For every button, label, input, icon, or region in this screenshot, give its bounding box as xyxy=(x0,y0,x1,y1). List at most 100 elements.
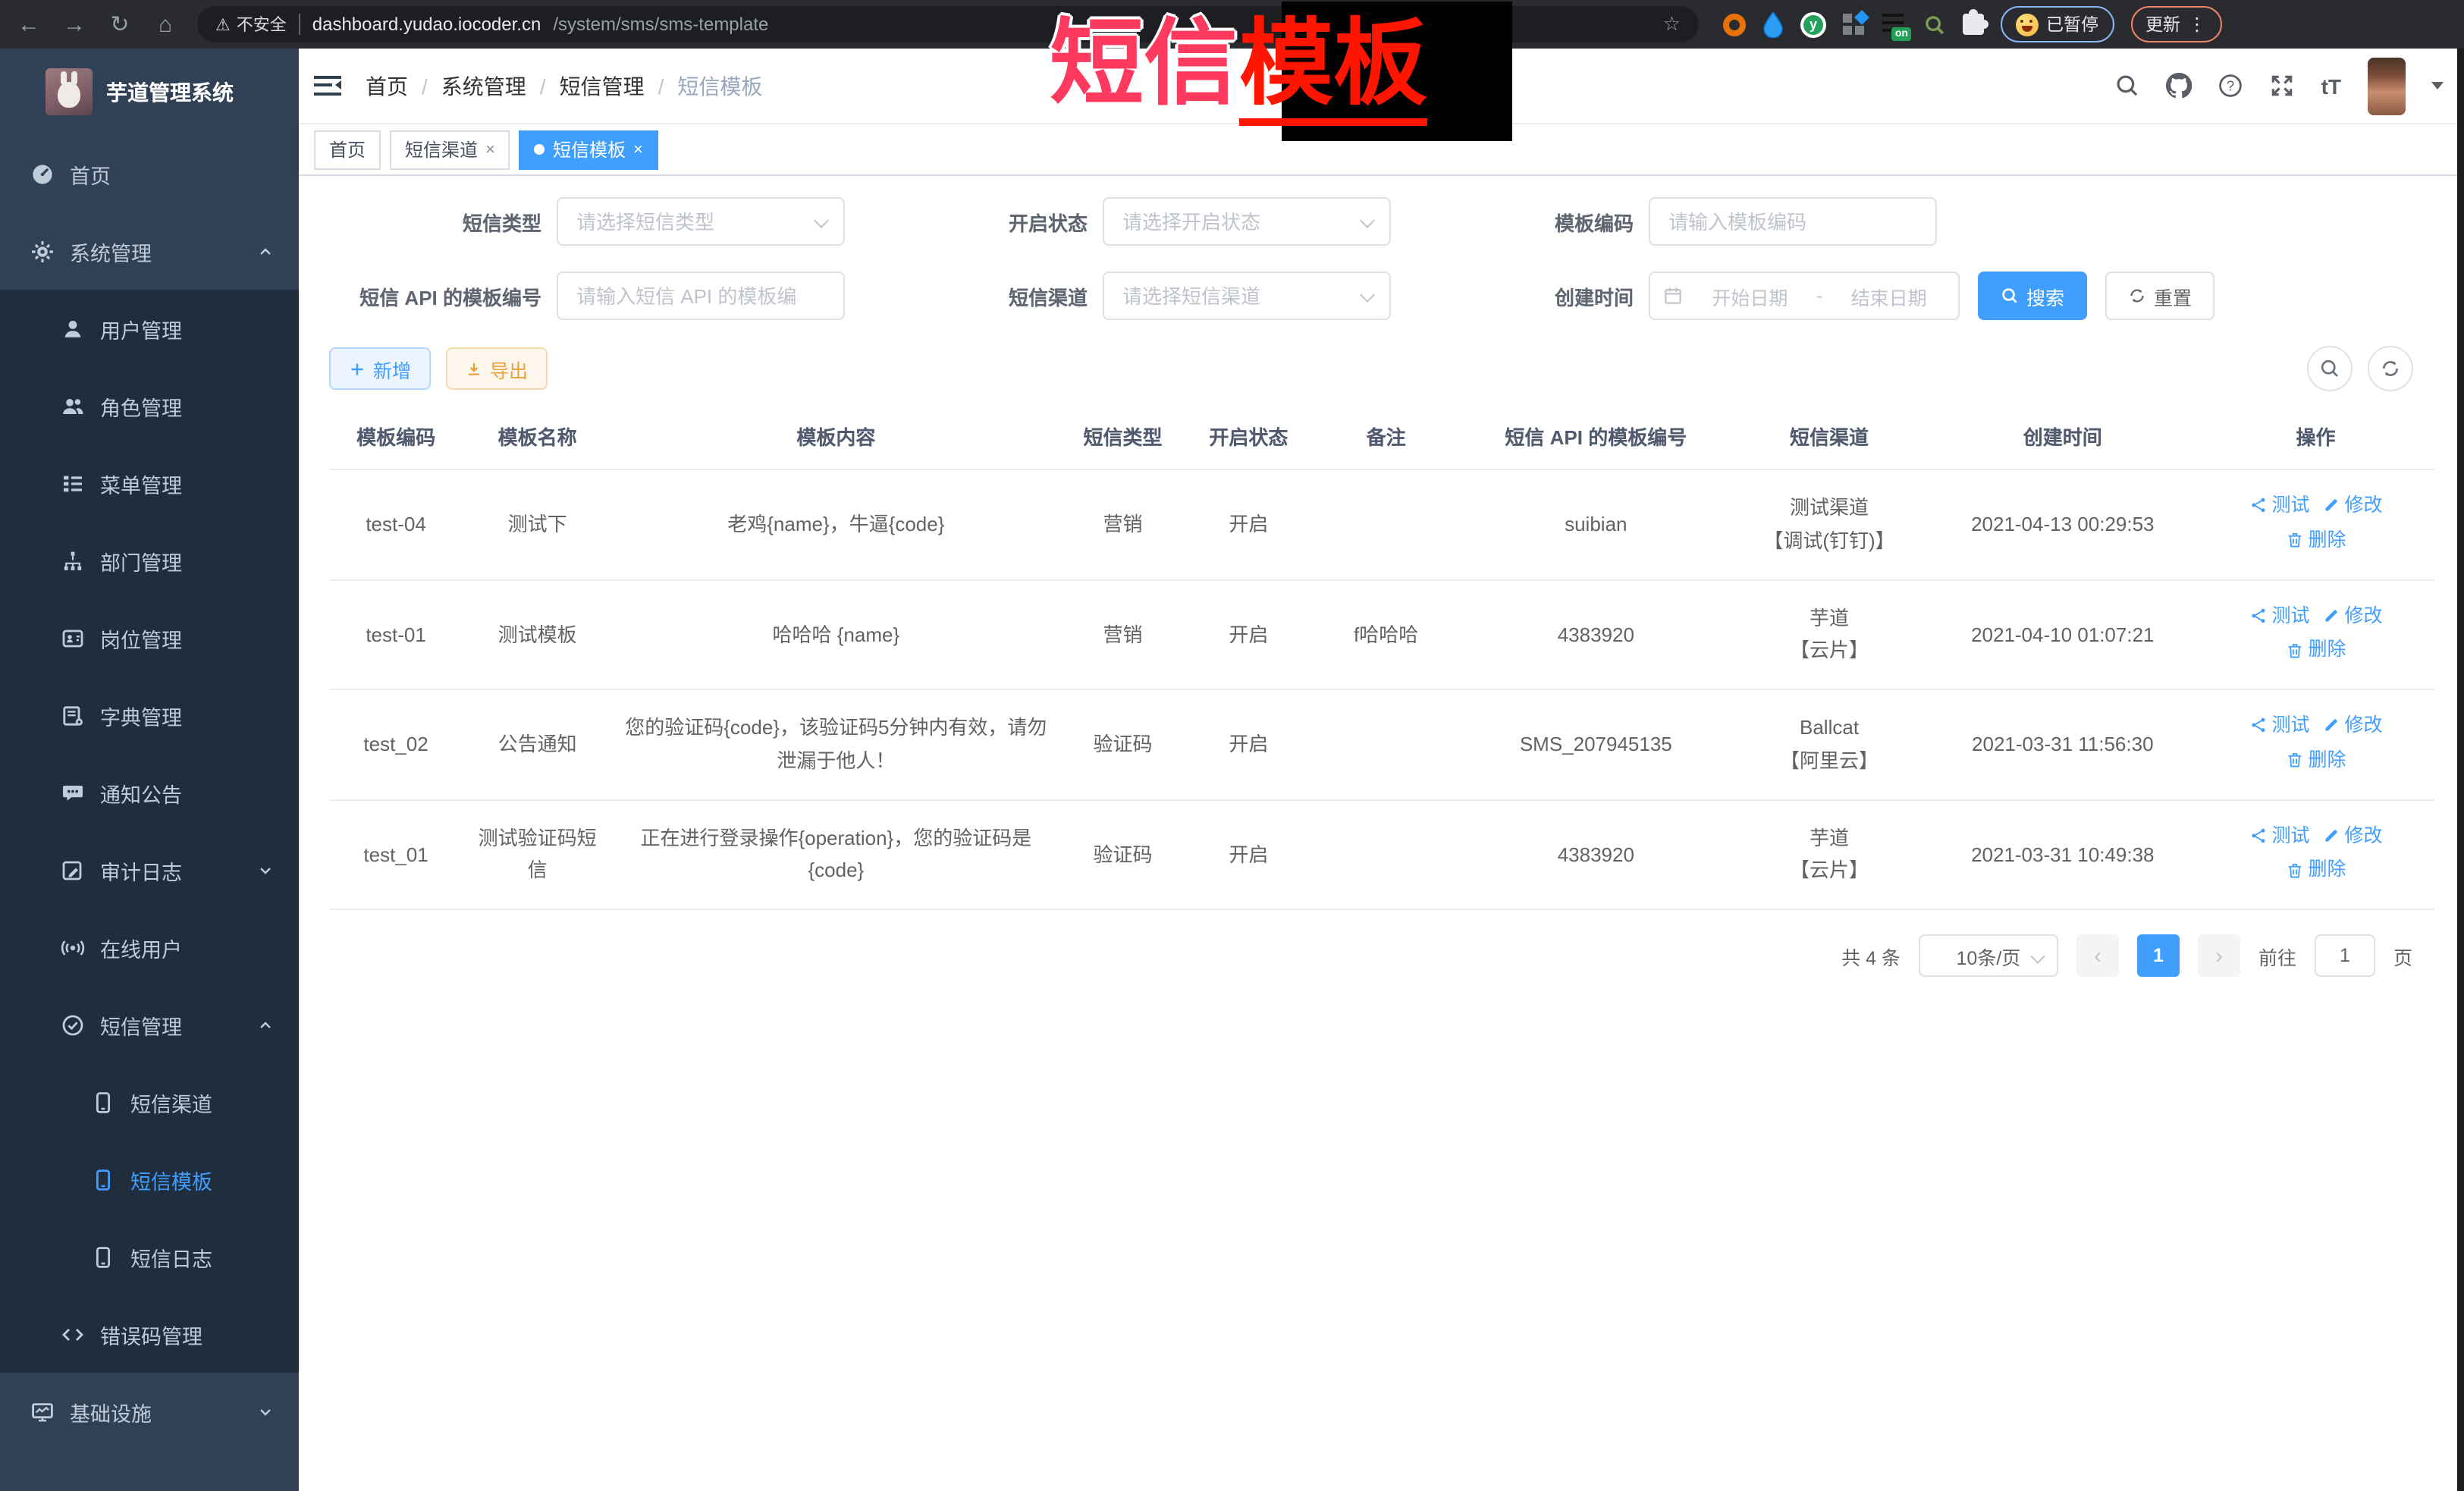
app-title: 芋道管理系统 xyxy=(106,77,234,107)
avatar-caret-icon[interactable] xyxy=(2431,82,2443,89)
sidebar-item-users[interactable]: 用户管理 xyxy=(0,290,299,367)
github-icon[interactable] xyxy=(2167,73,2192,99)
sidebar-item-label: 菜单管理 xyxy=(100,468,182,498)
date-range-picker[interactable]: 开始日期 - 结束日期 xyxy=(1649,272,1960,320)
sidebar-item-audit-log[interactable]: 审计日志 xyxy=(0,831,299,909)
sidebar-item-departments[interactable]: 部门管理 xyxy=(0,522,299,599)
extensions-puzzle-icon[interactable] xyxy=(1963,14,1984,35)
user-avatar[interactable] xyxy=(2367,57,2405,115)
not-secure-warning[interactable]: ⚠ 不安全 xyxy=(215,12,287,36)
sidebar-item-dictionary[interactable]: 字典管理 xyxy=(0,676,299,754)
template-code-label: 模板编码 xyxy=(1421,207,1649,236)
close-icon[interactable]: × xyxy=(485,140,495,159)
shield-check-icon xyxy=(61,1012,85,1037)
dashboard-icon xyxy=(30,162,55,186)
api-template-id-input[interactable] xyxy=(557,272,845,320)
breadcrumb-system[interactable]: 系统管理 xyxy=(441,71,526,101)
extension-grid-icon[interactable] xyxy=(1843,13,1866,36)
add-button[interactable]: 新增 xyxy=(329,347,431,390)
calendar-icon xyxy=(1662,285,1684,306)
page-size-select[interactable]: 10条/页 xyxy=(1919,934,2058,977)
show-search-button[interactable] xyxy=(2306,346,2352,391)
breadcrumb-sms[interactable]: 短信管理 xyxy=(560,71,645,101)
edit-link[interactable]: 修改 xyxy=(2322,600,2383,631)
current-page[interactable]: 1 xyxy=(2137,934,2180,977)
next-page-button[interactable]: › xyxy=(2198,934,2240,977)
share-icon xyxy=(2249,497,2267,515)
edit-link[interactable]: 修改 xyxy=(2322,710,2383,741)
sidebar-item-notices[interactable]: 通知公告 xyxy=(0,754,299,831)
reset-button[interactable]: 重置 xyxy=(2105,272,2214,320)
home-icon[interactable]: ⌂ xyxy=(152,11,179,37)
bookmark-star-icon[interactable]: ☆ xyxy=(1663,12,1681,36)
extension-y-icon[interactable]: y xyxy=(1800,11,1826,37)
sidebar-item-error-codes[interactable]: 错误码管理 xyxy=(0,1295,299,1373)
sidebar-item-label: 短信管理 xyxy=(100,1009,182,1040)
tab-sms-channel[interactable]: 短信渠道 × xyxy=(390,130,510,169)
extension-pin-icon[interactable] xyxy=(1762,11,1784,37)
sidebar-item-home[interactable]: 首页 xyxy=(0,135,299,212)
sidebar-item-infrastructure[interactable]: 基础设施 xyxy=(0,1373,299,1450)
prev-page-button[interactable]: ‹ xyxy=(2076,934,2119,977)
chevron-down-icon xyxy=(256,1402,275,1420)
tab-home[interactable]: 首页 xyxy=(314,130,381,169)
refresh-icon xyxy=(2128,287,2146,305)
trash-icon xyxy=(2285,751,2303,769)
delete-link[interactable]: 删除 xyxy=(2285,635,2346,666)
edit-icon xyxy=(2322,497,2340,515)
extension-search-icon[interactable] xyxy=(1923,13,1946,36)
sidebar-item-sms-template[interactable]: 短信模板 xyxy=(0,1141,299,1218)
test-link[interactable]: 测试 xyxy=(2249,490,2309,521)
back-icon[interactable]: ← xyxy=(15,11,42,37)
refresh-table-button[interactable] xyxy=(2367,346,2412,391)
sidebar-item-menus[interactable]: 菜单管理 xyxy=(0,444,299,522)
browser-menu-icon[interactable]: ⋮ xyxy=(2188,14,2206,35)
col-header: 短信渠道 xyxy=(1731,406,1928,469)
channel-select[interactable] xyxy=(1103,272,1391,320)
edit-link[interactable]: 修改 xyxy=(2322,820,2383,851)
test-link[interactable]: 测试 xyxy=(2249,600,2309,631)
delete-link[interactable]: 删除 xyxy=(2285,525,2346,556)
sidebar-item-system[interactable]: 系统管理 xyxy=(0,212,299,290)
fullscreen-icon[interactable] xyxy=(2270,73,2296,99)
sidebar-item-online-users[interactable]: 在线用户 xyxy=(0,909,299,986)
search-icon[interactable] xyxy=(2115,73,2141,99)
svg-text:?: ? xyxy=(2227,78,2235,93)
phone-icon xyxy=(91,1245,115,1269)
table-header-row: 模板编码 模板名称 模板内容 短信类型 开启状态 备注 短信 API 的模板编号… xyxy=(329,406,2434,469)
help-icon[interactable]: ? xyxy=(2218,73,2244,99)
delete-link[interactable]: 删除 xyxy=(2285,745,2346,776)
template-code-input[interactable] xyxy=(1649,197,1937,246)
edit-link[interactable]: 修改 xyxy=(2322,490,2383,521)
sms-type-select[interactable] xyxy=(557,197,845,246)
create-time-label: 创建时间 xyxy=(1421,281,1649,310)
goto-page-input[interactable] xyxy=(2315,934,2375,977)
test-link[interactable]: 测试 xyxy=(2249,710,2309,741)
chevron-down-icon xyxy=(2030,949,2045,964)
share-icon xyxy=(2249,827,2267,845)
forward-icon[interactable]: → xyxy=(61,11,88,37)
sidebar-item-sms-log[interactable]: 短信日志 xyxy=(0,1218,299,1295)
extension-list-icon[interactable]: on xyxy=(1882,12,1907,36)
breadcrumb-home[interactable]: 首页 xyxy=(366,71,408,101)
reload-icon[interactable]: ↻ xyxy=(106,11,133,38)
sidebar-item-sms-channel[interactable]: 短信渠道 xyxy=(0,1063,299,1141)
end-date-placeholder: 结束日期 xyxy=(1832,281,1946,310)
collapse-sidebar-icon[interactable] xyxy=(314,75,341,96)
close-icon[interactable]: × xyxy=(633,140,643,159)
font-size-icon[interactable]: tT xyxy=(2321,74,2341,98)
profile-paused-chip[interactable]: 已暂停 xyxy=(2001,6,2114,42)
status-select[interactable] xyxy=(1103,197,1391,246)
app-logo-row[interactable]: 芋道管理系统 xyxy=(0,49,299,135)
search-button[interactable]: 搜索 xyxy=(1978,272,2087,320)
sidebar-item-sms[interactable]: 短信管理 xyxy=(0,986,299,1063)
test-link[interactable]: 测试 xyxy=(2249,820,2309,851)
tab-sms-template[interactable]: 短信模板 × xyxy=(519,130,658,169)
delete-link[interactable]: 删除 xyxy=(2285,855,2346,886)
sidebar-item-positions[interactable]: 岗位管理 xyxy=(0,599,299,676)
extension-ring-icon[interactable] xyxy=(1723,13,1746,36)
export-button[interactable]: 导出 xyxy=(446,347,548,390)
update-chip[interactable]: 更新 ⋮ xyxy=(2130,6,2221,42)
sidebar-item-roles[interactable]: 角色管理 xyxy=(0,367,299,444)
annotation-overlay: 短信模板 xyxy=(1050,14,1427,117)
